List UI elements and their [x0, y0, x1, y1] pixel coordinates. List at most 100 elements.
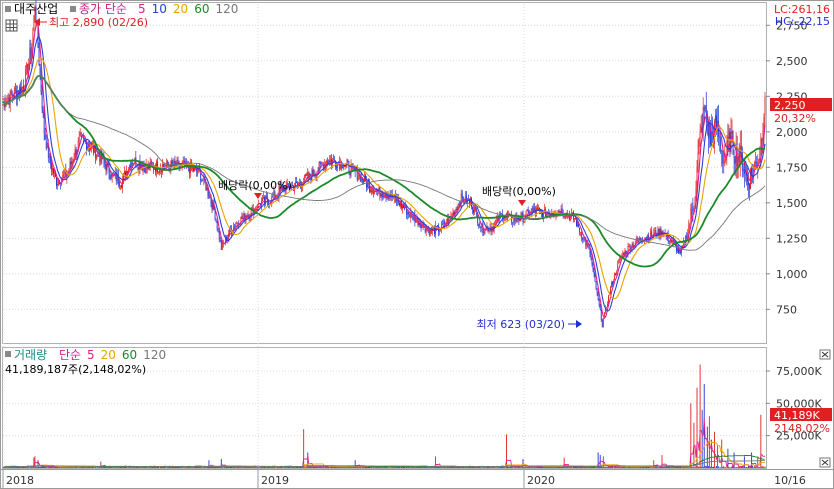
candle-body — [215, 220, 217, 222]
candle-body — [124, 170, 125, 174]
candle-body — [118, 182, 120, 186]
candle-body — [208, 195, 210, 199]
candle-body — [241, 216, 243, 219]
candle-body — [78, 136, 80, 142]
candle-body — [415, 219, 417, 223]
candle-body — [432, 227, 434, 229]
candle-body — [330, 159, 331, 161]
candle-body — [747, 176, 748, 182]
candle-body — [14, 88, 16, 90]
price-legend-label: 종가 단순 — [79, 2, 127, 16]
volume-value: 41,189,187주(2,148,02%) — [5, 363, 146, 376]
candle-body — [40, 75, 42, 92]
candle-body — [319, 161, 321, 163]
volume-tick-label: 75,000K — [776, 365, 822, 378]
candle-body — [677, 247, 678, 252]
candle-body — [748, 182, 749, 185]
candle-body — [33, 15, 35, 32]
candle-body — [371, 190, 373, 192]
candle-body — [488, 229, 490, 232]
x-tick-label: 2018 — [6, 474, 34, 487]
candle-body — [409, 214, 411, 217]
candle-body — [761, 139, 763, 141]
volume-label: 거래량 — [14, 348, 47, 362]
candle-body — [703, 107, 705, 111]
candle-body — [527, 209, 529, 211]
candle-body — [597, 292, 599, 300]
candle-body — [268, 201, 270, 206]
candle-body — [442, 223, 444, 225]
candle-body — [469, 200, 470, 204]
candle-body — [379, 187, 381, 197]
candle-body — [669, 240, 671, 243]
candle-body — [595, 281, 597, 290]
candle-body — [628, 246, 630, 247]
ma-legend-item: 120 — [215, 2, 238, 16]
candle-body — [296, 182, 297, 183]
price-tick-label: 1,500 — [776, 197, 808, 210]
candle-body — [572, 212, 573, 214]
candle-body — [602, 318, 604, 328]
table-icon[interactable] — [5, 19, 18, 32]
collapse-volume-button[interactable] — [819, 349, 831, 360]
candle-body — [132, 162, 134, 165]
candle-body — [691, 209, 693, 210]
price-tick-label: 1,250 — [776, 232, 808, 245]
candle-body — [7, 98, 9, 100]
candle-body — [326, 160, 328, 163]
candle-body — [614, 273, 616, 281]
candle-body — [43, 112, 45, 134]
candle-body — [392, 197, 394, 199]
collapse-volume-button-2[interactable] — [819, 457, 831, 468]
candle-body — [362, 180, 364, 183]
candle-body — [333, 159, 334, 160]
candle-body — [234, 226, 236, 228]
candle-body — [512, 222, 514, 224]
candle-body — [754, 161, 756, 168]
candle-body — [159, 170, 160, 173]
candle-body — [418, 222, 420, 225]
candle-body — [478, 223, 480, 226]
candle-body — [612, 281, 613, 285]
low-label: 최저 623 (03/20) — [476, 318, 565, 331]
candle-body — [742, 169, 744, 172]
candle-body — [658, 228, 660, 237]
stock-name[interactable]: 대주산업 — [14, 2, 58, 16]
candle-body — [237, 222, 239, 224]
candle-body — [357, 176, 359, 181]
candle-body — [75, 149, 77, 155]
candle-body — [121, 185, 122, 188]
candle-body — [619, 257, 621, 261]
current-price: 2,250 — [774, 99, 806, 112]
price-tick-label: 1,000 — [776, 268, 808, 281]
candle-body — [82, 136, 84, 138]
candle-body — [306, 173, 308, 177]
candle-body — [291, 185, 293, 186]
candle-body — [635, 238, 637, 243]
candle-body — [764, 96, 766, 116]
candle-body — [63, 174, 65, 175]
candle-body — [586, 243, 588, 246]
candle-body — [521, 212, 523, 214]
candle-body — [171, 160, 173, 164]
candle-body — [731, 130, 733, 134]
x-tick-label: 10/16 — [774, 474, 806, 487]
volume-ma-legend-item: 20 — [101, 348, 116, 362]
candle-body — [563, 216, 565, 217]
candle-body — [564, 215, 566, 218]
x-tick-label: 2019 — [261, 474, 289, 487]
candle-body — [48, 155, 50, 158]
candle-body — [382, 195, 384, 197]
candle-body — [580, 231, 582, 233]
candle-body — [272, 196, 274, 198]
candle-body — [582, 237, 584, 240]
high-label: 최고 2,890 (02/26) — [49, 16, 148, 29]
candle-body — [188, 168, 190, 174]
candle-body — [347, 160, 349, 163]
candle-body — [19, 86, 20, 96]
candle-body — [601, 320, 603, 328]
candle-body — [85, 142, 87, 150]
ma-legend-item: 5 — [138, 2, 146, 16]
candle-body — [668, 240, 670, 242]
volume-ma-legend-item: 5 — [87, 348, 95, 362]
